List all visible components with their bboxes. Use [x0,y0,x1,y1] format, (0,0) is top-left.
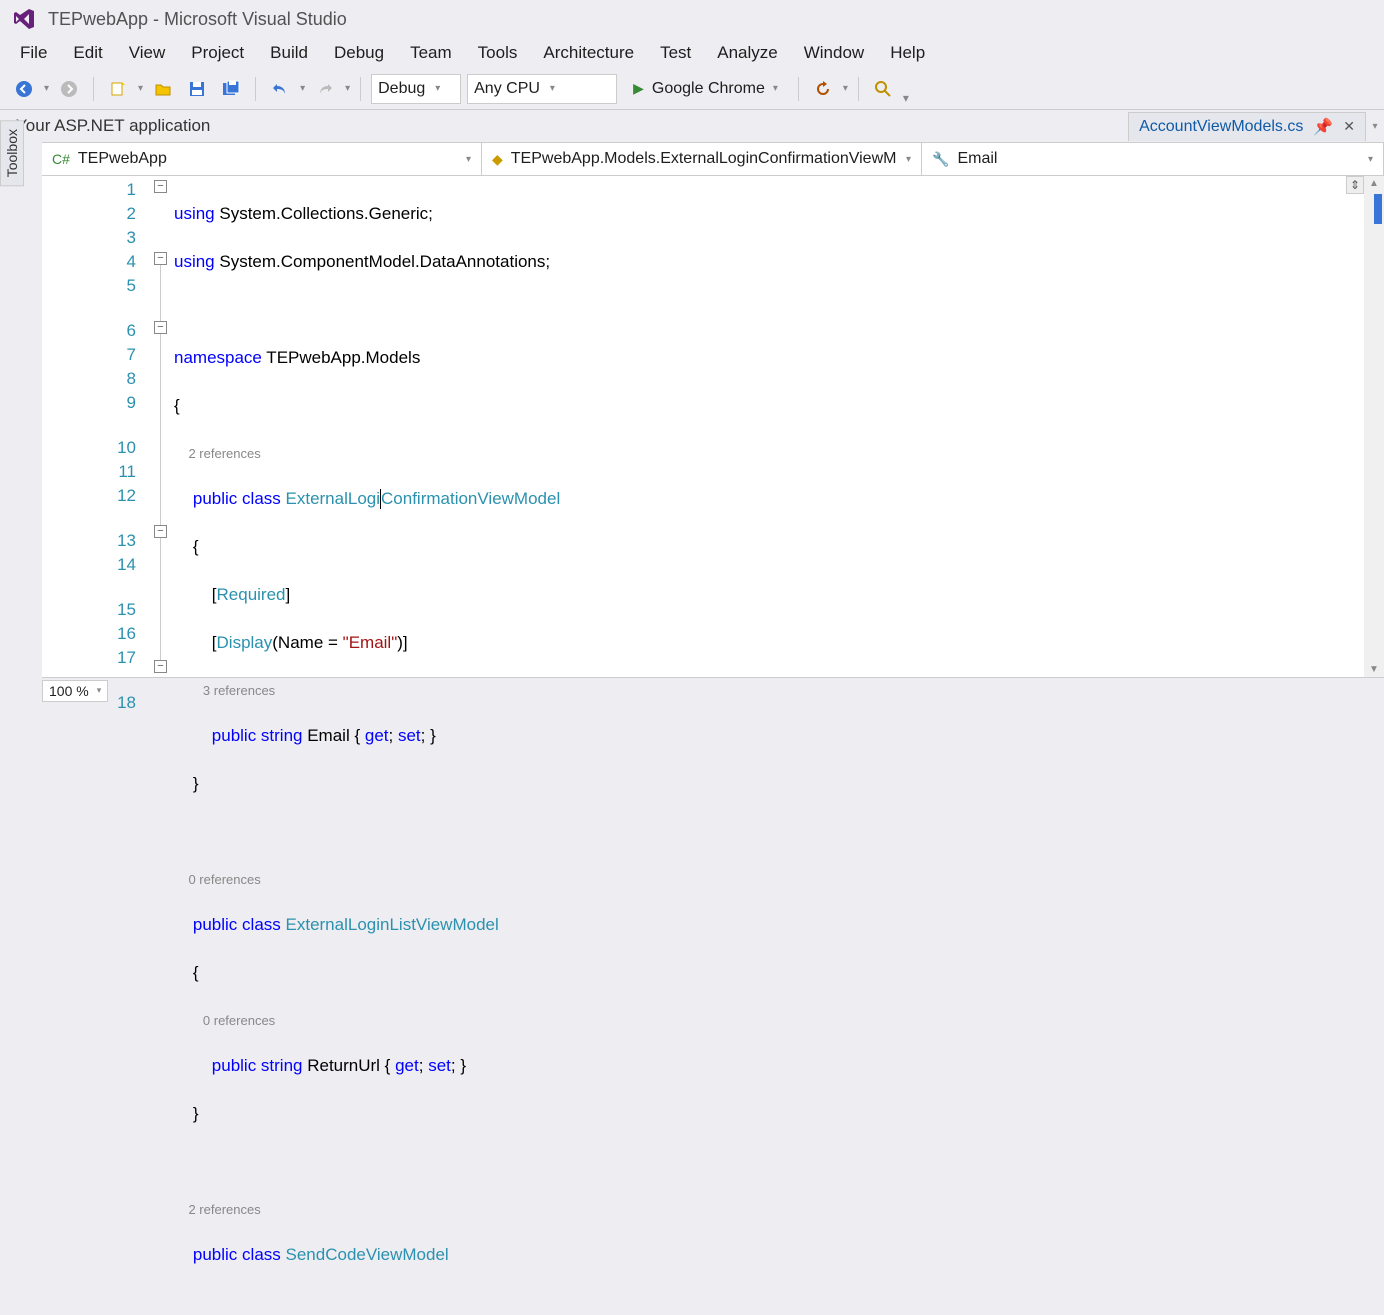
start-debug-button[interactable]: ▶ Google Chrome ▾ [623,74,788,104]
code-editor[interactable]: 1 2 3 4 5 6 7 8 9 10 11 12 13 14 15 16 1… [42,176,1384,677]
text-cursor [380,489,381,509]
class-icon: ◆ [492,151,503,168]
redo-chevron-icon[interactable]: ▾ [345,83,350,94]
scope-dropdown[interactable]: ◆ TEPwebApp.Models.ExternalLoginConfirma… [482,143,922,175]
new-chevron-icon[interactable]: ▾ [138,83,143,94]
menubar: File Edit View Project Build Debug Team … [0,38,1384,68]
config-value: Debug [378,80,425,98]
nav-back-chevron-icon[interactable]: ▾ [44,83,49,94]
pin-icon[interactable]: 📌 [1313,117,1333,137]
chevron-down-icon: ▾ [1368,154,1373,165]
menu-tools[interactable]: Tools [466,39,530,67]
csharp-project-icon: C# [52,151,70,167]
menu-test[interactable]: Test [648,39,703,67]
separator [255,77,256,101]
save-button[interactable] [183,75,211,103]
separator [798,77,799,101]
codelens-references[interactable]: 3 references [203,683,275,698]
chevron-down-icon: ▾ [466,154,471,165]
save-all-button[interactable] [217,75,245,103]
toolbox-side-tab[interactable]: Toolbox [0,120,24,186]
separator [360,77,361,101]
fold-toggle[interactable]: − [154,525,167,538]
platform-value: Any CPU [474,80,540,98]
menu-team[interactable]: Team [398,39,464,67]
undo-button[interactable] [266,75,294,103]
codelens-references[interactable]: 2 references [188,446,260,461]
menu-window[interactable]: Window [792,39,876,67]
outline-margin: − − − − − [154,176,174,677]
scroll-marker [1374,194,1382,224]
toolbar-overflow-icon[interactable]: ▾ [903,91,909,105]
tab-strip: Your ASP.NET application AccountViewMode… [0,110,1384,142]
chevron-down-icon: ▾ [773,83,778,94]
codelens-references[interactable]: 0 references [203,1013,275,1028]
fold-toggle[interactable]: − [154,321,167,334]
menu-edit[interactable]: Edit [61,39,114,67]
codelens-references[interactable]: 0 references [188,872,260,887]
titlebar: TEPwebApp - Microsoft Visual Studio [0,0,1384,38]
document-tab-label: AccountViewModels.cs [1139,118,1303,136]
nav-back-button[interactable] [10,75,38,103]
play-icon: ▶ [633,80,644,97]
menu-view[interactable]: View [117,39,178,67]
member-label: Email [957,150,997,168]
scroll-down-icon[interactable]: ▼ [1364,664,1384,675]
find-button[interactable] [869,75,897,103]
code-content[interactable]: using System.Collections.Generic; using … [174,176,1384,677]
visual-studio-icon [10,5,38,33]
window-title: TEPwebApp - Microsoft Visual Studio [48,9,347,30]
scope-label: TEPwebApp.Models.ExternalLoginConfirmati… [511,150,897,168]
config-dropdown[interactable]: Debug ▾ [371,74,461,104]
tab-overflow-icon[interactable]: ▾ [1366,121,1384,132]
member-dropdown[interactable]: 🔧 Email ▾ [922,143,1384,175]
toolbar: ▾ ▾ ▾ ▾ Debug ▾ Any CPU ▾ ▶ Google Chrome … [0,68,1384,110]
undo-chevron-icon[interactable]: ▾ [300,83,305,94]
menu-debug[interactable]: Debug [322,39,396,67]
close-tab-icon[interactable]: ✕ [1343,118,1355,135]
codelens-references[interactable]: 2 references [188,1202,260,1217]
redo-button[interactable] [311,75,339,103]
property-icon: 🔧 [932,151,949,168]
nav-forward-button[interactable] [55,75,83,103]
platform-dropdown[interactable]: Any CPU ▾ [467,74,617,104]
code-nav-bar: C# TEPwebApp ▾ ◆ TEPwebApp.Models.Extern… [42,142,1384,176]
line-number-gutter: 1 2 3 4 5 6 7 8 9 10 11 12 13 14 15 16 1… [42,176,154,677]
document-tab[interactable]: AccountViewModels.cs 📌 ✕ [1128,112,1366,141]
menu-help[interactable]: Help [878,39,937,67]
menu-analyze[interactable]: Analyze [705,39,789,67]
open-button[interactable] [149,75,177,103]
menu-file[interactable]: File [8,39,59,67]
menu-project[interactable]: Project [179,39,256,67]
menu-architecture[interactable]: Architecture [531,39,646,67]
project-dropdown[interactable]: C# TEPwebApp ▾ [42,143,482,175]
vertical-scrollbar[interactable]: ▲ ▼ [1364,176,1384,677]
project-label: TEPwebApp [78,150,167,168]
separator [93,77,94,101]
chevron-down-icon: ▾ [435,83,440,94]
fold-toggle[interactable]: − [154,252,167,265]
fold-toggle[interactable]: − [154,180,167,193]
browser-refresh-button[interactable] [809,75,837,103]
fold-toggle[interactable]: − [154,660,167,673]
menu-build[interactable]: Build [258,39,320,67]
app-header-label: Your ASP.NET application [0,112,1128,140]
refresh-chevron-icon[interactable]: ▾ [843,83,848,94]
separator [858,77,859,101]
scroll-up-icon[interactable]: ▲ [1364,178,1384,189]
chevron-down-icon: ▾ [550,83,555,94]
chevron-down-icon: ▾ [906,154,911,165]
start-target-label: Google Chrome [652,80,765,98]
split-editor-icon[interactable]: ⇕ [1346,176,1364,194]
new-item-button[interactable] [104,75,132,103]
